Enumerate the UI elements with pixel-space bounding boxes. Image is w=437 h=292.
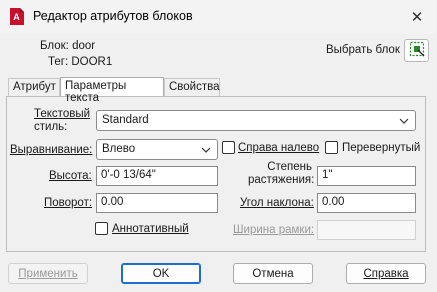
svg-text:A: A [13,12,20,22]
tab-text-options[interactable]: Параметры текста [60,77,164,104]
tag-name-label: Тег: DOOR1 [48,56,113,68]
justification-label: Выравнивание: [10,144,93,156]
window-title: Редактор атрибутов блоков [33,9,193,23]
annotative-label: Аннотативный [112,223,189,235]
tab-attribute[interactable]: Атрибут [8,78,60,96]
help-button[interactable]: Справка [346,263,426,284]
pick-block-button[interactable] [404,39,429,62]
upside-down-checkbox[interactable] [325,141,338,154]
width-factor-label: Степень растяжения: [248,161,315,186]
block-name-label: Блок: door [40,40,96,52]
chevron-down-icon [399,118,409,124]
ok-button[interactable]: OK [121,263,201,284]
text-style-dropdown[interactable]: Standard [96,110,416,131]
backwards-checkbox[interactable] [222,141,235,154]
justification-value: Влево [102,143,136,155]
width-factor-input[interactable]: 1" [317,166,416,186]
oblique-angle-label: Угол наклона: [240,197,314,209]
autocad-app-icon: A [9,7,25,26]
boundary-width-label: Ширина рамки: [233,224,315,236]
pick-block-label: Выбрать блок [326,44,400,56]
justification-dropdown[interactable]: Влево [96,139,218,160]
upside-down-label: Перевернутый [342,142,421,154]
height-label: Высота: [49,170,92,182]
backwards-label: Справа налево [238,142,320,154]
select-block-icon [409,41,425,60]
text-style-value: Standard [102,114,149,126]
rotation-label: Поворот: [44,197,93,209]
chevron-down-icon [201,147,211,153]
oblique-angle-input[interactable]: 0.00 [317,193,416,213]
tab-properties[interactable]: Свойства [164,78,220,96]
text-style-label: Текстовый стиль: [34,108,91,133]
height-input[interactable]: 0'-0 13/64" [96,166,218,186]
apply-button[interactable]: Применить [8,263,88,284]
cancel-button[interactable]: Отмена [233,263,313,284]
annotative-checkbox[interactable] [95,222,108,235]
close-button[interactable]: ✕ [402,4,432,30]
boundary-width-input[interactable] [317,220,416,240]
close-icon: ✕ [410,9,424,26]
rotation-input[interactable]: 0.00 [96,193,218,213]
